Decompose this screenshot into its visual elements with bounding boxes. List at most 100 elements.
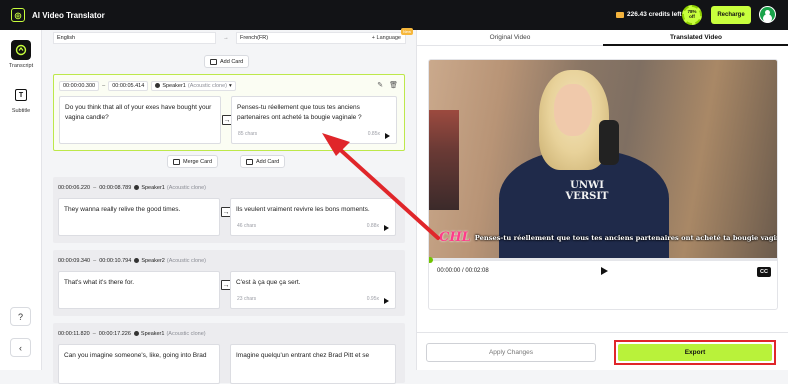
speaker-icon <box>155 83 161 88</box>
voice-clone-label: (Acoustic clone) <box>166 257 206 264</box>
card-header: 00:00:09.340 – 00:00:10.794 Speaker2 (Ac… <box>58 255 206 266</box>
channel-logo: CHL <box>439 230 471 245</box>
card-header: 00:00:11.820 – 00:00:17.226 Speaker1 (Ac… <box>58 328 206 339</box>
rail-item-label: Subtitle <box>11 108 31 114</box>
left-rail: Transcript T Subtitle ? ‹ <box>0 30 42 370</box>
tab-original-video[interactable]: Original Video <box>417 30 603 46</box>
add-card-button[interactable]: Add Card <box>204 55 250 68</box>
add-language-button[interactable]: + Language <box>372 35 401 41</box>
card-header: 00:00:00.300 – 00:00:05.414 Speaker1 (Ac… <box>59 80 236 91</box>
app-title: AI Video Translator <box>32 10 105 20</box>
target-text: C'est à ça que ça sert. <box>236 279 301 286</box>
cc-icon[interactable]: CC <box>757 267 771 277</box>
char-count: 23 chars <box>237 296 257 302</box>
help-button[interactable]: ? <box>10 307 31 326</box>
transcript-card[interactable]: 00:00:00.300 – 00:00:05.414 Speaker1 (Ac… <box>53 74 405 151</box>
add-card-button[interactable]: Add Card <box>240 155 286 168</box>
char-count: 46 chars <box>237 223 257 229</box>
play-icon[interactable] <box>384 298 389 304</box>
tab-translated-video[interactable]: Translated Video <box>603 30 788 46</box>
speaker-name: Speaker1 <box>162 82 186 89</box>
speed-value: 0.88x <box>366 223 379 229</box>
merge-card-button[interactable]: Merge Card <box>167 155 219 168</box>
progress-handle[interactable] <box>429 256 433 263</box>
collapse-button[interactable]: ‹ <box>10 338 31 357</box>
source-text-box[interactable]: That's what it's there for. <box>58 271 220 309</box>
microphone-image <box>599 120 619 165</box>
subtitle-icon: T <box>11 85 31 105</box>
end-time-field[interactable]: 00:00:08.789 <box>99 185 131 191</box>
rail-item-transcript[interactable]: Transcript <box>0 40 42 69</box>
source-language-select[interactable]: English <box>53 32 216 44</box>
recharge-button[interactable]: Recharge <box>711 6 751 24</box>
target-text: Penses-tu réellement que tous tes ancien… <box>237 104 362 121</box>
source-text-box[interactable]: They wanna really relive the good times. <box>58 198 220 236</box>
source-text-box[interactable]: Do you think that all of your exes have … <box>59 96 221 144</box>
target-language-select[interactable]: French(FR) + Language <box>236 32 406 44</box>
time-separator: – <box>93 184 97 191</box>
speaker-select[interactable]: Speaker2 (Acoustic clone) <box>134 258 206 264</box>
video-frame[interactable]: UNWI VERSIT CHL Penses-tu réellement que… <box>429 60 777 258</box>
card-header: 00:00:06.220 – 00:00:08.789 Speaker1 (Ac… <box>58 182 206 193</box>
start-time-field[interactable]: 00:00:00.300 <box>59 80 100 91</box>
apply-changes-button[interactable]: Apply Changes <box>426 343 596 362</box>
speaker-select[interactable]: Speaker1 (Acoustic clone) ▾ <box>151 80 236 91</box>
playback-progress-bar[interactable] <box>429 256 777 263</box>
play-icon[interactable] <box>385 133 390 139</box>
speaker-name: Speaker1 <box>140 330 165 337</box>
discount-badge[interactable]: 78% off <box>682 5 702 25</box>
end-time-field[interactable]: 00:00:10.794 <box>99 258 131 264</box>
play-icon[interactable] <box>384 225 389 231</box>
start-time-field[interactable]: 00:00:06.220 <box>58 185 90 191</box>
time-separator: – <box>93 257 97 264</box>
add-card-label: Add Card <box>256 158 280 165</box>
trash-icon[interactable]: 🗑 <box>389 81 398 89</box>
play-icon[interactable] <box>601 267 608 275</box>
subtitle-text: Penses-tu réellement que tous tes ancien… <box>474 233 778 242</box>
video-panel: Original Video Translated Video UNWI VER… <box>416 30 788 370</box>
transcript-card[interactable]: 00:00:06.220 – 00:00:08.789 Speaker1 (Ac… <box>53 177 405 243</box>
chevron-down-icon: ▾ <box>229 82 232 89</box>
shelf-image <box>429 110 459 210</box>
end-time-field[interactable]: 00:00:05.414 <box>108 80 149 91</box>
time-separator: – <box>92 330 96 337</box>
speed-value: 0.85x <box>367 131 380 137</box>
target-text-box[interactable]: Ils veulent vraiment revivre les bons mo… <box>230 198 396 236</box>
transcript-card[interactable]: 00:00:11.820 – 00:00:17.226 Speaker1 (Ac… <box>53 323 405 384</box>
speaker-select[interactable]: Speaker1 (Acoustic clone) <box>134 185 206 191</box>
target-text-box[interactable]: C'est à ça que ça sert. 23 chars 0.95x <box>230 271 396 309</box>
export-highlight: Export <box>614 340 776 365</box>
end-time-field[interactable]: 00:00:17.226 <box>99 331 131 337</box>
user-avatar[interactable] <box>759 6 776 23</box>
player-controls: 00:00:00 / 00:02:08 CC <box>429 264 777 280</box>
time-separator: – <box>102 82 106 89</box>
transcript-card[interactable]: 00:00:09.340 – 00:00:10.794 Speaker2 (Ac… <box>53 250 405 316</box>
magic-edit-icon[interactable]: ✎ <box>377 81 383 89</box>
credits-indicator: 226.43 credits left <box>616 11 682 18</box>
action-bar: Apply Changes Export <box>417 332 788 370</box>
rail-item-label: Transcript <box>8 63 34 69</box>
arrow-right-icon: → <box>223 35 229 41</box>
voice-clone-label: (Acoustic clone) <box>187 82 227 89</box>
source-text-box[interactable]: Can you imagine someone's, like, going i… <box>58 344 220 384</box>
top-bar: ◎ AI Video Translator 226.43 credits lef… <box>0 0 788 30</box>
start-time-field[interactable]: 00:00:09.340 <box>58 258 90 264</box>
speaker-select[interactable]: Speaker1 (Acoustic clone) <box>133 330 206 337</box>
coin-icon <box>616 11 624 18</box>
merge-icon <box>173 158 180 165</box>
speed-value: 0.95x <box>366 296 379 302</box>
chevron-left-icon: ‹ <box>19 342 22 353</box>
new-badge: New <box>401 28 414 35</box>
start-time-field[interactable]: 00:00:11.820 <box>58 331 90 337</box>
video-player[interactable]: UNWI VERSIT CHL Penses-tu réellement que… <box>428 59 778 310</box>
target-text-box[interactable]: Imagine quelqu'un entrant chez Brad Pitt… <box>230 344 396 384</box>
add-card-icon <box>210 58 217 65</box>
transcript-icon <box>11 40 31 60</box>
merge-card-label: Merge Card <box>183 158 213 165</box>
export-button[interactable]: Export <box>618 344 772 361</box>
subtitle-overlay: CHL Penses-tu réellement que tous tes an… <box>439 230 777 245</box>
rail-item-subtitle[interactable]: T Subtitle <box>0 85 42 114</box>
card-tools: ✎ 🗑 <box>377 81 398 89</box>
voice-clone-label: (Acoustic clone) <box>166 184 206 191</box>
target-text-box[interactable]: Penses-tu réellement que tous tes ancien… <box>231 96 397 144</box>
